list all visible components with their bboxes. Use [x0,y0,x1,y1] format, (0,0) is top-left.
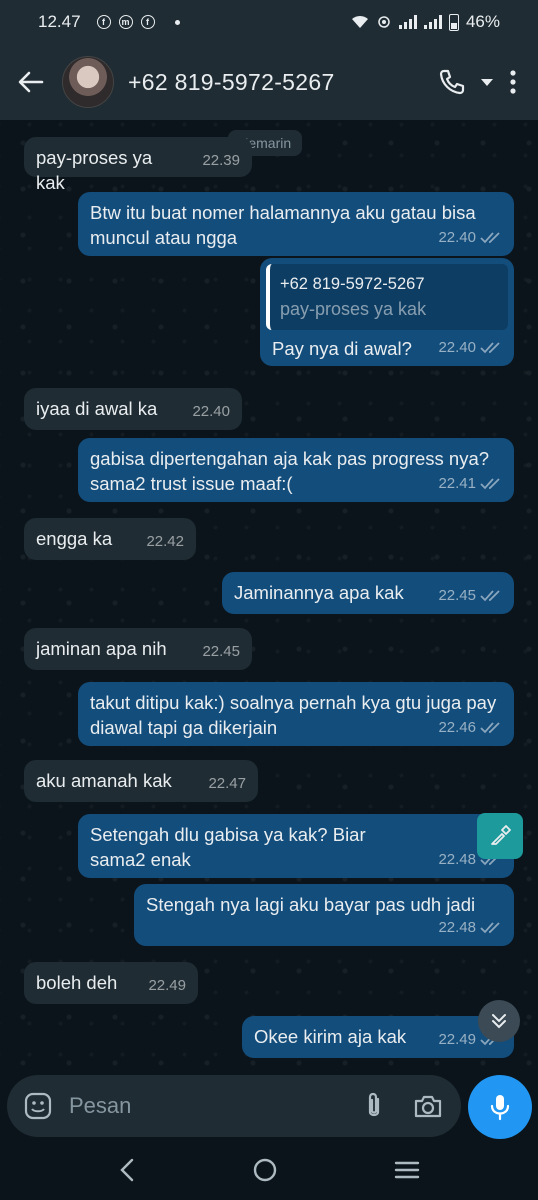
message-meta: 22.40 [438,225,502,250]
message-outgoing[interactable]: Setengah dlu gabisa ya kak? Biar sama2 e… [78,814,514,878]
battery-icon [448,13,459,31]
quoted-text: pay-proses ya kak [280,299,427,319]
dropdown-caret-icon[interactable] [480,77,494,87]
attach-paperclip-icon[interactable] [363,1091,385,1121]
back-button[interactable] [0,44,62,120]
status-time: 12.47 [38,12,81,31]
message-input[interactable]: Pesan [69,1093,131,1119]
read-ticks-icon [480,232,500,244]
message-incoming[interactable]: engga ka 22.42 [24,518,196,560]
phone-call-icon[interactable] [438,68,466,96]
message-text: Btw itu buat nomer halamannya aku gatau … [90,202,476,248]
scroll-to-bottom-button[interactable] [478,1000,520,1042]
voice-message-button[interactable] [468,1075,532,1139]
contact-name[interactable]: +62 819-5972-5267 [128,69,335,96]
message-meta: 22.41 [438,471,502,496]
nav-recents-icon[interactable] [394,1160,420,1180]
read-ticks-icon [480,922,500,934]
composer: Pesan [0,1075,538,1140]
quoted-message[interactable]: +62 819-5972-5267 pay-proses ya kak [266,264,508,330]
message-time: 22.41 [438,475,476,492]
message-text: Okee kirim aja kak [254,1026,407,1047]
message-time: 22.48 [438,851,476,868]
chevron-double-down-icon [492,1014,506,1029]
sticker-emoji-icon[interactable] [23,1091,53,1121]
messenger-notification-icon: m [118,15,133,29]
message-text: engga ka [36,528,113,549]
message-outgoing[interactable]: gabisa dipertengahan aja kak pas progres… [78,438,514,502]
message-time: 22.46 [438,719,476,736]
message-meta: 22.45 [438,583,502,608]
quoted-sender: +62 819-5972-5267 [280,275,425,293]
signal-sim2-icon [423,15,442,29]
message-meta: 22.48 [438,915,502,940]
message-text: Stengah nya lagi aku bayar pas udh jadi [146,894,476,915]
message-time: 22.40 [438,229,476,246]
message-outgoing[interactable]: takut ditipu kak:) soalnya pernah kya gt… [78,682,514,746]
message-time: 22.40 [192,403,230,420]
read-ticks-icon [480,590,500,602]
message-time: 22.48 [438,919,476,936]
message-incoming[interactable]: iyaa di awal ka 22.40 [24,388,242,430]
contact-avatar[interactable] [62,56,114,108]
facebook-notification-icon: f [96,15,111,29]
message-text: Pay nya di awal? [272,338,412,359]
more-options-icon[interactable] [508,69,518,95]
message-time: 22.40 [438,339,476,356]
message-meta: 22.46 [438,715,502,740]
message-outgoing[interactable]: Jaminannya apa kak 22.45 [222,572,514,614]
chat-header: +62 819-5972-5267 [0,44,538,120]
message-text: Setengah dlu gabisa ya kak? Biar sama2 e… [90,824,366,870]
status-bar: 12.47 f m f 46% [0,0,538,44]
read-ticks-icon [480,342,500,354]
battery-percent: 46% [465,12,500,31]
message-time: 22.42 [146,533,184,550]
message-text: gabisa dipertengahan aja kak pas progres… [90,448,490,494]
wifi-icon [351,15,368,28]
read-ticks-icon [480,722,500,734]
facebook-notification-icon-2: f [140,15,155,29]
message-outgoing[interactable]: Stengah nya lagi aku bayar pas udh jadi … [134,884,514,946]
message-time: 22.47 [208,775,246,792]
eyedropper-icon [491,825,511,845]
nav-back-icon[interactable] [118,1158,136,1182]
message-text: boleh deh [36,972,118,993]
hotspot-icon [378,16,390,28]
message-incoming[interactable]: pay-proses ya kak 22.39 [24,137,252,193]
message-text: Jaminannya apa kak [234,582,404,603]
read-ticks-icon [480,478,500,490]
message-text: iyaa di awal ka [36,398,158,419]
message-time: 22.39 [202,152,240,169]
arrow-left-icon [18,71,44,93]
message-text: aku amanah kak [36,770,172,791]
message-text: jaminan apa nih [36,638,167,659]
message-incoming[interactable]: aku amanah kak 22.47 [24,760,258,802]
message-meta: 22.40 [438,335,502,360]
message-time: 22.45 [438,587,476,604]
system-navigation-bar [0,1140,538,1200]
message-time: 22.45 [202,643,240,660]
message-outgoing-reply[interactable]: +62 819-5972-5267 pay-proses ya kak Pay … [260,258,514,366]
microphone-icon [490,1095,510,1121]
signal-sim1-icon [398,15,417,29]
message-list[interactable]: Kemarin pay-proses ya kak 22.39 Btw itu … [0,120,538,1075]
message-outgoing[interactable]: Btw itu buat nomer halamannya aku gatau … [78,192,514,256]
message-incoming[interactable]: boleh deh 22.49 [24,962,198,1004]
color-picker-float-button[interactable] [477,813,523,859]
more-notifications-dot-icon [174,19,180,25]
message-time: 22.49 [438,1031,476,1048]
message-time: 22.49 [148,977,186,994]
message-incoming[interactable]: jaminan apa nih 22.45 [24,628,252,670]
message-outgoing[interactable]: Okee kirim aja kak 22.49 [242,1016,514,1058]
nav-home-icon[interactable] [252,1157,278,1183]
message-input-box[interactable]: Pesan [7,1075,461,1137]
camera-icon[interactable] [413,1093,443,1119]
message-text: pay-proses ya kak [36,147,153,193]
